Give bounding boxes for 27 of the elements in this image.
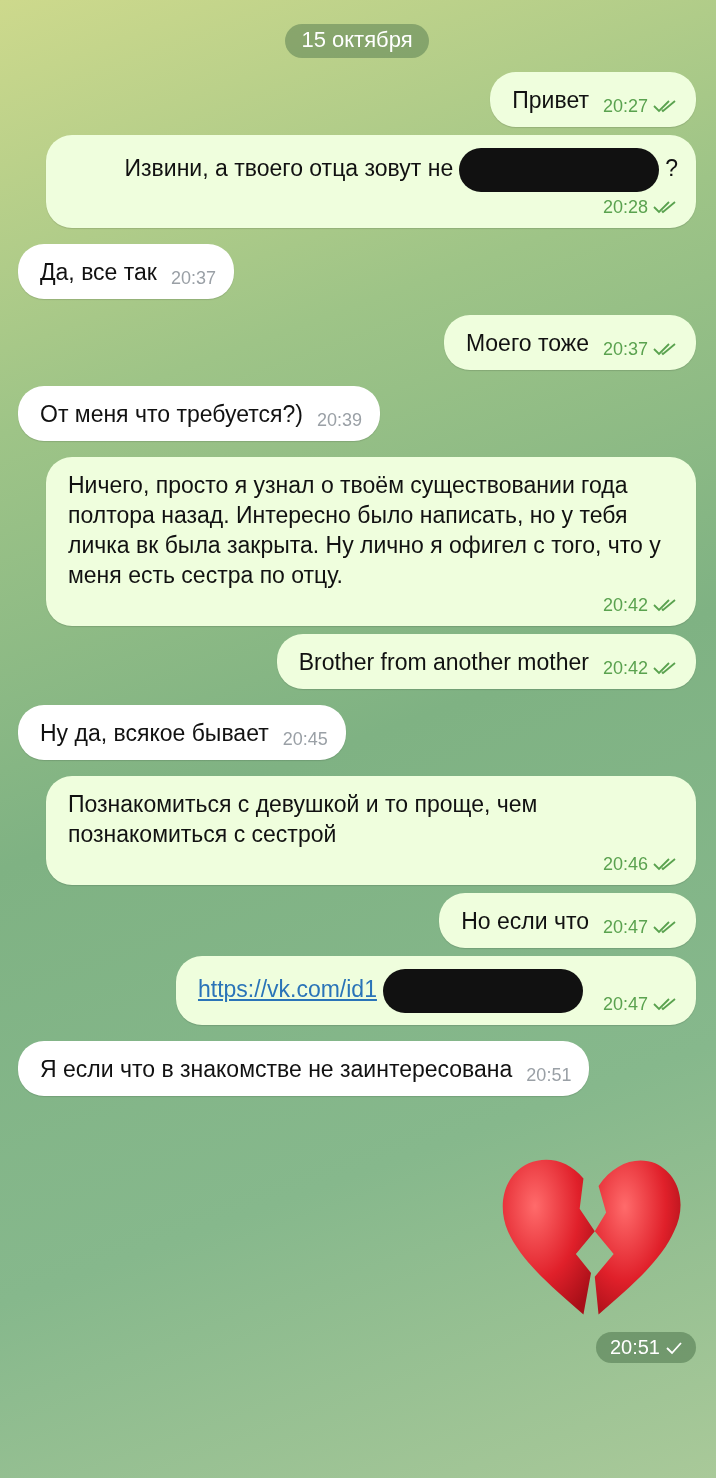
message-text: Ничего, просто я узнал о твоём существовании года полтора назад. Интересно было написать, но у тебя личка вк была закрыта. Ну лично я офигел с того, что у меня есть сестра по отцу.: [68, 472, 661, 588]
message-text: Ну да, всякое бывает: [40, 720, 269, 746]
message-time: 20:42: [602, 657, 648, 680]
link[interactable]: https://vk.com/id1: [198, 976, 377, 1003]
message-time: 20:46: [602, 853, 648, 876]
message-text: Привет: [512, 87, 589, 113]
date-pill: 15 октября: [285, 24, 429, 58]
message-time: 20:47: [602, 916, 648, 939]
message-text: Да, все так: [40, 259, 157, 285]
message-text: Извини, а твоего отца зовут не: [124, 155, 454, 182]
message-time: 20:28: [602, 196, 648, 219]
message-time: 20:37: [170, 267, 216, 290]
message-text: От меня что требуется?): [40, 401, 303, 427]
message-text: Но если что: [461, 908, 589, 934]
message-text: Познакомиться с девушкой и то проще, чем познакомиться с сестрой: [68, 791, 538, 847]
time-pill: 20:51: [595, 1332, 696, 1363]
message-text: ?: [665, 155, 678, 182]
message-time: 20:45: [282, 728, 328, 751]
message-text: Моего тоже: [465, 330, 589, 356]
message-time: 20:37: [602, 338, 648, 361]
message-time: 20:27: [602, 95, 648, 118]
message-time: 20:51: [526, 1064, 572, 1087]
message-time: 20:39: [316, 409, 362, 432]
message-text: Я если что в знакомстве не заинтересована: [40, 1056, 513, 1082]
message-time: 20:42: [602, 594, 648, 617]
message-text: Brother from another mother: [298, 649, 589, 675]
message-time: 20:47: [602, 993, 648, 1016]
